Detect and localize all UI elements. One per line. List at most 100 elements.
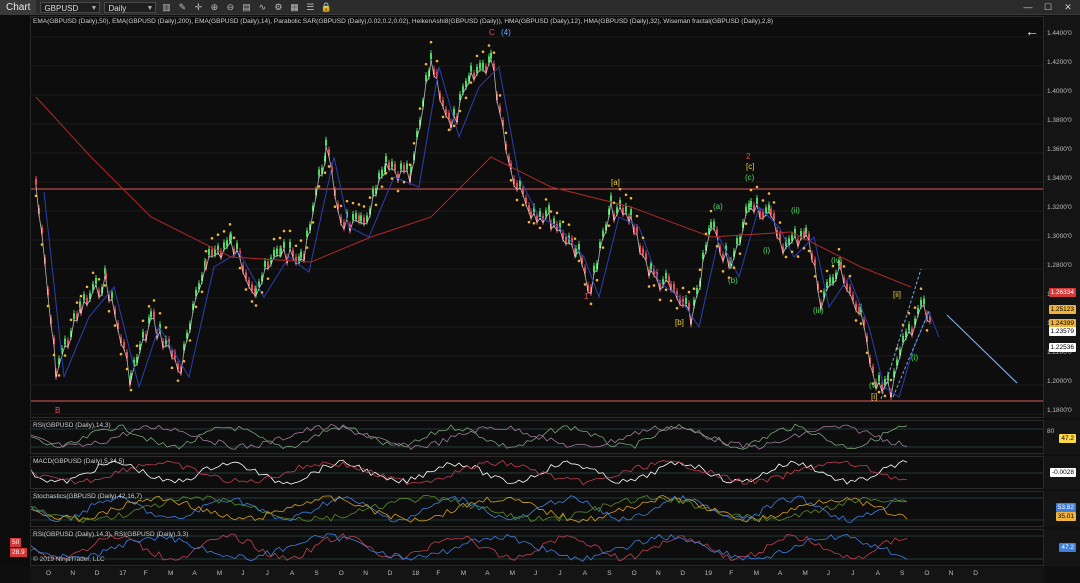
candle-body xyxy=(111,292,113,299)
stochastics-panel[interactable]: Stochastics(GBPUSD (Daily),42,16,7) xyxy=(30,491,1044,527)
sar-dot xyxy=(323,171,327,175)
sar-dot xyxy=(573,237,577,240)
sar-dot xyxy=(877,390,881,394)
zoom-in-icon[interactable]: ⊕ xyxy=(208,1,220,13)
price-panel[interactable]: B C (4) 1 2 [a] [b] [c] (a) (b) (c) (i) (ii) (iii) (iv… xyxy=(30,16,1044,418)
macd-panel[interactable]: MACD(GBPUSD (Daily),5,34,5) xyxy=(30,456,1044,489)
rsi2-panel[interactable]: RSI(GBPUSD (Daily),14,3), RSI(GBPUSD (Da… xyxy=(30,529,1044,566)
sar-dot xyxy=(755,185,759,189)
templates-icon[interactable]: ▦ xyxy=(288,1,300,13)
sar-dot xyxy=(831,264,835,268)
sar-dot xyxy=(813,275,817,278)
candle-body xyxy=(273,250,275,257)
chevron-down-icon: ▼ xyxy=(90,4,98,12)
instrument-selector[interactable]: GBPUSD ▼ xyxy=(40,1,101,13)
properties-icon[interactable]: ☰ xyxy=(304,1,316,13)
candle-body xyxy=(264,261,266,268)
sar-dot xyxy=(113,324,117,327)
sar-dot xyxy=(232,236,236,240)
sar-dot xyxy=(299,239,303,242)
candle-body xyxy=(142,331,144,338)
candle-body xyxy=(858,306,860,313)
candle-body xyxy=(756,197,758,204)
price-tick: 1.3000'0 xyxy=(1047,233,1072,240)
candle-body xyxy=(665,272,667,279)
sar-dot xyxy=(85,285,89,289)
sar-dot xyxy=(458,109,462,113)
month-tick: A xyxy=(290,570,295,577)
rsi-label: RSI(GBPUSD (Daily),14,3) xyxy=(33,422,111,429)
sar-dot xyxy=(380,185,384,188)
sar-dot xyxy=(583,283,587,286)
minimize-icon[interactable]: — xyxy=(1022,1,1034,13)
candle-body xyxy=(400,163,402,170)
back-arrow-icon[interactable]: ← xyxy=(1025,23,1039,39)
bar-style-icon[interactable]: ▥ xyxy=(160,1,172,13)
sar-dot xyxy=(698,268,702,272)
data-box-icon[interactable]: ▤ xyxy=(240,1,252,13)
sar-dot xyxy=(351,201,355,205)
candle-body xyxy=(211,249,213,256)
projection-arrow xyxy=(946,314,1018,384)
candle-body xyxy=(610,195,612,202)
candle-body xyxy=(713,221,715,228)
indicators-icon[interactable]: ∿ xyxy=(256,1,268,13)
candle-body xyxy=(902,335,904,342)
sar-dot xyxy=(194,305,198,309)
sar-dot xyxy=(658,298,662,302)
month-tick: O xyxy=(924,570,930,577)
rsi2-label: RSI(GBPUSD (Daily),14,3), RSI(GBPUSD (Da… xyxy=(33,531,189,538)
candle-body xyxy=(768,204,770,211)
sar-dot xyxy=(669,299,673,303)
candle-body xyxy=(425,75,427,82)
sar-dot xyxy=(408,163,412,167)
sar-dot xyxy=(521,203,525,207)
rsi-tick: 80 xyxy=(1047,428,1055,435)
sar-dot xyxy=(675,306,679,310)
candle-body xyxy=(920,299,922,306)
candle-body xyxy=(150,311,152,318)
macd-value-tag: -0.0028 xyxy=(1049,468,1076,477)
lock-icon[interactable]: 🔒 xyxy=(320,1,332,13)
sar-dot xyxy=(664,288,668,292)
sar-dot xyxy=(441,115,445,119)
sar-dot xyxy=(362,205,366,208)
sar-dot xyxy=(266,277,270,280)
sar-dot xyxy=(228,223,232,226)
zoom-out-icon[interactable]: ⊖ xyxy=(224,1,236,13)
sar-dot xyxy=(796,255,800,258)
strategies-icon[interactable]: ⚙ xyxy=(272,1,284,13)
sar-dot xyxy=(509,178,513,182)
price-axis: 1.4400'0 1.4200'0 1.4000'0 1.3800'0 1.3600'0… xyxy=(1044,16,1080,418)
candle-body xyxy=(773,213,775,220)
rsi-panel[interactable]: RSI(GBPUSD (Daily),14,3) xyxy=(30,420,1044,454)
sar-dot xyxy=(925,329,929,332)
sar-dot xyxy=(487,44,491,47)
sar-dot xyxy=(260,291,264,294)
month-tick: A xyxy=(192,570,197,577)
candle-body xyxy=(625,205,627,212)
draw-tools-icon[interactable]: ✎ xyxy=(176,1,188,13)
sar-dot xyxy=(447,128,451,132)
candle-body xyxy=(453,108,455,115)
close-icon[interactable]: ✕ xyxy=(1062,1,1074,13)
sar-dot xyxy=(749,188,753,192)
sar-dot xyxy=(158,311,162,315)
chart-toolbar: Chart GBPUSD ▼ Daily ▼ ▥ ✎ ✛ ⊕ ⊖ ▤ ∿ ⚙ ▦ ☰… xyxy=(0,0,1080,15)
candle-body xyxy=(685,297,687,304)
maximize-icon[interactable]: ☐ xyxy=(1042,1,1054,13)
crosshair-icon[interactable]: ✛ xyxy=(192,1,204,13)
sar-dot xyxy=(687,290,691,294)
month-tick: N xyxy=(70,570,76,577)
rsi-value-tag: 47.2 xyxy=(1059,434,1076,443)
sar-dot xyxy=(294,244,298,248)
rsi2-value-tag: 47.2 xyxy=(1059,543,1076,552)
timeframe-selector[interactable]: Daily ▼ xyxy=(104,1,157,13)
macd-axis: -0.0028 xyxy=(1044,456,1080,489)
wave-label: (b) xyxy=(728,276,738,285)
month-tick: D xyxy=(94,570,100,577)
hma-line xyxy=(35,58,931,399)
sar-dot xyxy=(732,266,736,270)
sar-dot xyxy=(624,193,628,197)
candle-body xyxy=(223,242,225,249)
